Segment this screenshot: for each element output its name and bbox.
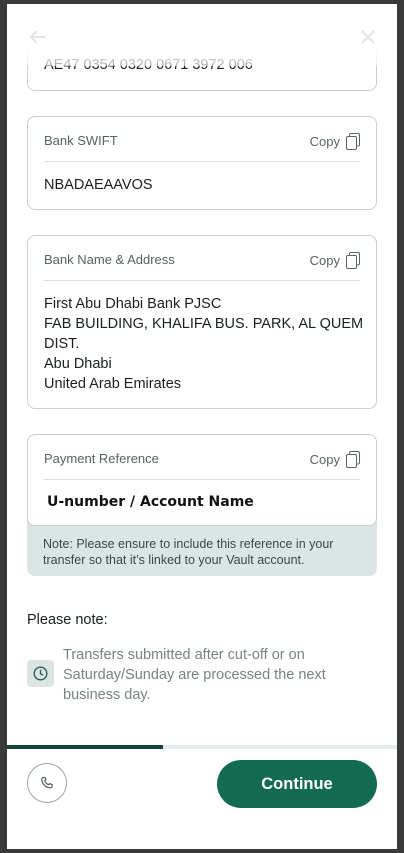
copy-label: Copy	[309, 133, 340, 149]
swift-label: Bank SWIFT	[44, 133, 118, 148]
bank-card: Bank Name & Address Copy First Abu Dhabi…	[27, 235, 377, 409]
card-header: Bank SWIFT Copy	[44, 117, 360, 162]
card-header: Payment Reference Copy	[44, 435, 360, 480]
bank-address-line: United Arab Emirates	[44, 376, 182, 392]
bank-address-line: Abu Dhabi	[44, 356, 112, 372]
app-frame: AE47 0354 0320 0671 3972 006 Bank SWIFT …	[7, 4, 397, 849]
bank-address-line: First Abu Dhabi Bank PJSC	[44, 296, 222, 312]
copy-icon	[346, 251, 360, 269]
copy-label: Copy	[309, 252, 340, 268]
swift-card: Bank SWIFT Copy NBADAEAAVOS	[27, 116, 377, 210]
swift-value: NBADAEAAVOS	[44, 177, 153, 193]
bank-address-line: DIST.	[44, 336, 80, 352]
clock-icon-box	[27, 660, 54, 687]
card-header: Bank Name & Address Copy	[44, 236, 360, 281]
phone-icon	[41, 776, 53, 789]
top-bar	[7, 4, 397, 66]
reference-value: U-number / Account Name	[47, 494, 254, 510]
clock-icon	[33, 666, 48, 681]
reference-label: Payment Reference	[44, 451, 159, 466]
copy-icon	[346, 450, 360, 468]
copy-swift-button[interactable]: Copy	[310, 131, 360, 151]
bank-address-line: FAB BUILDING, KHALIFA BUS. PARK, AL QUEM	[44, 316, 364, 332]
continue-button[interactable]: Continue	[217, 760, 377, 808]
call-button[interactable]	[27, 763, 67, 803]
copy-bank-button[interactable]: Copy	[310, 250, 360, 270]
close-icon[interactable]	[357, 26, 379, 48]
copy-icon	[346, 132, 360, 150]
reference-card: Payment Reference Copy U-number / Accoun…	[27, 434, 377, 526]
cutoff-info-text: Transfers submitted after cut-off or on …	[63, 647, 326, 703]
footer: Continue	[7, 749, 397, 849]
back-arrow-icon[interactable]	[27, 26, 49, 48]
bank-label: Bank Name & Address	[44, 252, 175, 267]
copy-label: Copy	[309, 451, 340, 467]
please-note-heading: Please note:	[27, 612, 108, 628]
copy-reference-button[interactable]: Copy	[310, 449, 360, 469]
bank-address: First Abu Dhabi Bank PJSC FAB BUILDING, …	[44, 294, 364, 394]
